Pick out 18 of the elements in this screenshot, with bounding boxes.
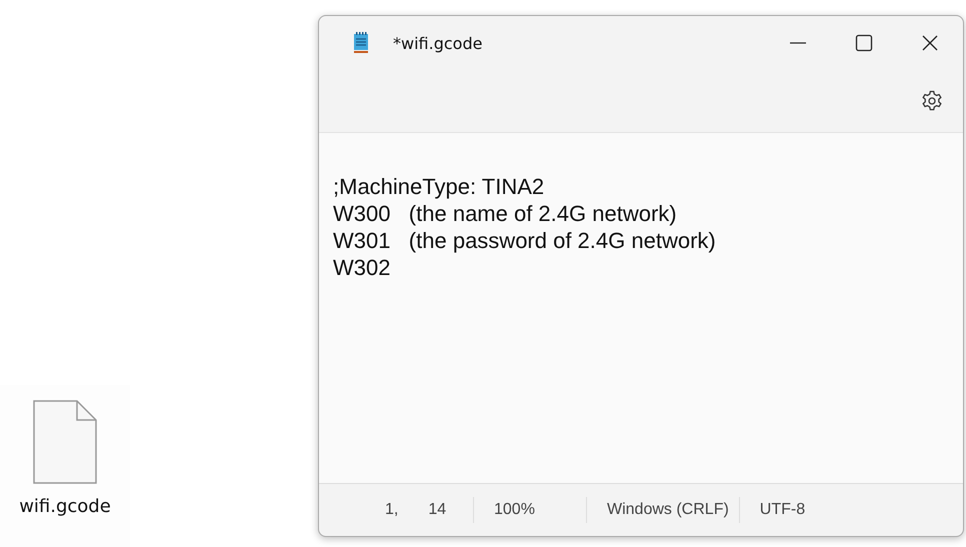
- window-title: *wifi.gcode: [393, 34, 484, 52]
- file-icon[interactable]: [33, 400, 97, 484]
- text-line: W301 (the password of 2.4G network): [333, 227, 717, 254]
- text-editor[interactable]: ;MachineType: TINA2 W300 (the name of 2.4G network) W301 (the password of 2.4G network) W302: [319, 132, 963, 483]
- close-icon: [921, 34, 939, 52]
- file-name: wifi.gcode: [19, 496, 111, 517]
- minimize-icon: [790, 42, 806, 44]
- line-ending: Windows (CRLF): [587, 497, 740, 523]
- text-line: ;MachineType: TINA2: [333, 173, 546, 200]
- notepad-icon: [353, 32, 369, 54]
- text-line: W300 (the name of 2.4G network): [333, 200, 678, 227]
- maximize-icon: [855, 34, 873, 52]
- zoom-level: 100%: [474, 497, 587, 523]
- line-number: 1,: [385, 501, 398, 519]
- settings-icon: [921, 90, 943, 112]
- encoding: UTF-8: [758, 500, 806, 520]
- text-line: W302: [333, 254, 392, 281]
- column-number: 14: [428, 501, 446, 519]
